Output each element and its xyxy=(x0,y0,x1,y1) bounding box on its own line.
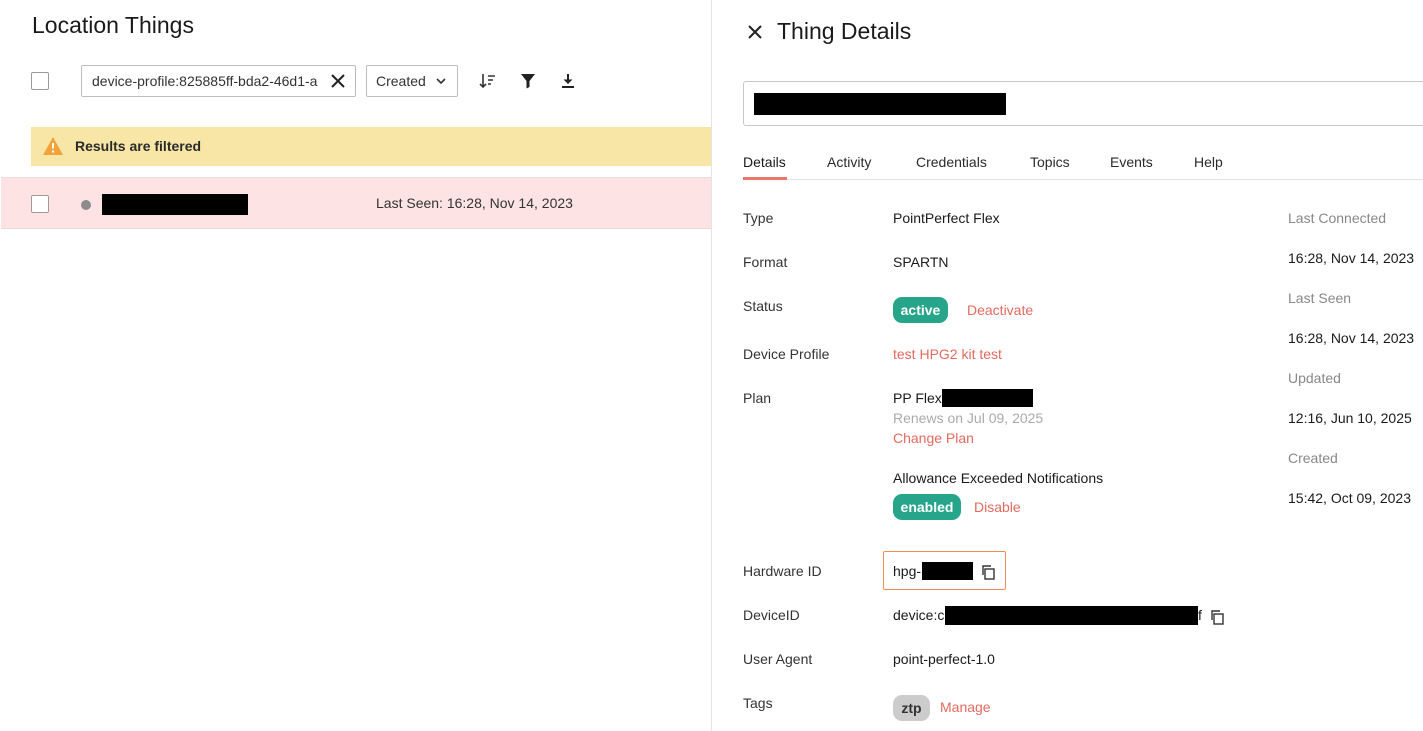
plan-label: Plan xyxy=(743,390,772,406)
format-value: SPARTN xyxy=(893,254,949,270)
updated-value: 12:16, Jun 10, 2025 xyxy=(1288,410,1412,426)
tab-details[interactable]: Details xyxy=(743,154,786,170)
tab-help[interactable]: Help xyxy=(1194,154,1223,170)
detail-tabs: Details Activity Credentials Topics Even… xyxy=(743,146,1423,180)
allowance-label: Allowance Exceeded Notifications xyxy=(893,470,1104,486)
device-profile-label: Device Profile xyxy=(743,346,830,362)
sort-select[interactable]: Created xyxy=(366,65,458,97)
status-badge: active xyxy=(893,297,948,323)
redacted-hardware-id xyxy=(922,562,973,580)
manage-tags-link[interactable]: Manage xyxy=(940,699,991,715)
plan-name: PP Flex xyxy=(893,390,942,406)
redacted-plan-id xyxy=(942,389,1033,407)
status-dot xyxy=(81,200,91,210)
device-id-label: DeviceID xyxy=(743,607,800,623)
thing-details-panel: Thing Details Details Activity Credentia… xyxy=(711,0,1423,731)
redacted-thing-name xyxy=(754,93,1006,115)
created-label: Created xyxy=(1288,450,1338,466)
filtered-banner-text: Results are filtered xyxy=(75,138,202,154)
status-label: Status xyxy=(743,298,783,314)
search-input-value[interactable]: device-profile:825885ff-bda2-46d1-a xyxy=(92,73,322,89)
table-row[interactable]: Last Seen: 16:28, Nov 14, 2023 xyxy=(1,177,711,229)
redacted-device-id xyxy=(945,606,1198,625)
close-icon[interactable] xyxy=(745,22,765,42)
device-id-suffix: f xyxy=(1198,607,1202,623)
hardware-id-prefix: hpg- xyxy=(893,563,922,579)
tab-events[interactable]: Events xyxy=(1110,154,1153,170)
change-plan-link[interactable]: Change Plan xyxy=(893,430,974,446)
active-tab-indicator xyxy=(743,177,787,180)
device-profile-link[interactable]: test HPG2 kit test xyxy=(893,346,1002,362)
row-checkbox[interactable] xyxy=(31,195,49,213)
disable-link[interactable]: Disable xyxy=(974,499,1021,515)
sort-icon[interactable] xyxy=(478,71,498,91)
download-icon[interactable] xyxy=(558,71,578,91)
thing-name-input[interactable] xyxy=(743,81,1423,126)
chevron-down-icon xyxy=(436,78,446,85)
redacted-thing-name xyxy=(102,194,248,215)
warning-icon xyxy=(43,137,63,155)
created-value: 15:42, Oct 09, 2023 xyxy=(1288,490,1411,506)
tab-topics[interactable]: Topics xyxy=(1030,154,1070,170)
row-last-seen: Last Seen: 16:28, Nov 14, 2023 xyxy=(376,195,573,211)
close-icon[interactable] xyxy=(329,72,347,90)
filter-icon[interactable] xyxy=(518,71,538,91)
copy-icon[interactable] xyxy=(1209,609,1225,625)
sort-select-value: Created xyxy=(376,73,426,89)
user-agent-label: User Agent xyxy=(743,651,813,667)
search-input[interactable]: device-profile:825885ff-bda2-46d1-a xyxy=(81,65,356,97)
last-connected-label: Last Connected xyxy=(1288,210,1387,226)
filtered-banner: Results are filtered xyxy=(31,127,711,166)
plan-renews: Renews on Jul 09, 2025 xyxy=(893,410,1044,426)
last-seen-value: 16:28, Nov 14, 2023 xyxy=(1288,330,1415,346)
updated-label: Updated xyxy=(1288,370,1341,386)
type-label: Type xyxy=(743,210,774,226)
format-label: Format xyxy=(743,254,788,270)
last-connected-value: 16:28, Nov 14, 2023 xyxy=(1288,250,1415,266)
select-all-checkbox[interactable] xyxy=(31,72,49,90)
tags-label: Tags xyxy=(743,695,773,711)
type-value: PointPerfect Flex xyxy=(893,210,1000,226)
tab-credentials[interactable]: Credentials xyxy=(916,154,987,170)
tab-activity[interactable]: Activity xyxy=(827,154,871,170)
deactivate-link[interactable]: Deactivate xyxy=(967,302,1033,318)
panel-title: Thing Details xyxy=(777,18,912,44)
things-list-panel: Location Things device-profile:825885ff-… xyxy=(0,0,711,731)
allowance-badge: enabled xyxy=(893,494,961,520)
copy-icon[interactable] xyxy=(980,564,996,580)
tag-badge: ztp xyxy=(893,695,930,721)
last-seen-label: Last Seen xyxy=(1288,290,1352,306)
device-id-prefix: device:c xyxy=(893,607,945,623)
page-title: Location Things xyxy=(32,12,194,38)
user-agent-value: point-perfect-1.0 xyxy=(893,651,995,667)
hardware-id-label: Hardware ID xyxy=(743,563,822,579)
